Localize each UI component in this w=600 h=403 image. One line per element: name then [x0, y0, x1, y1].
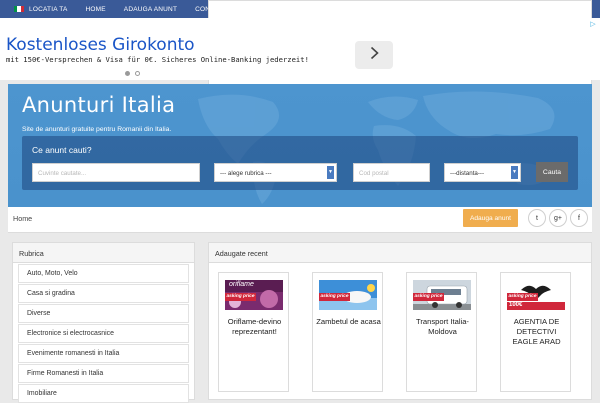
listing-thumbnail[interactable]: asking price: [413, 280, 471, 310]
hero-search-section: Anunturi Italia Site de anunturi gratuit…: [8, 84, 592, 207]
sidebar-item-events[interactable]: Evenimente romanesti in Italia: [18, 344, 189, 363]
sidebar-item-real-estate[interactable]: Imobiliare: [18, 384, 189, 403]
adchoices-icon[interactable]: ▷: [588, 20, 598, 29]
search-label: Ce anunt cauti?: [32, 145, 92, 155]
chevron-right-icon: [370, 46, 379, 65]
star-icon: [267, 5, 275, 15]
thumb-brand-text: oriflame: [229, 281, 254, 288]
category-select[interactable]: --- alege rubrica --- ▼: [214, 163, 337, 182]
sidebar-title: Rubrica: [13, 243, 194, 263]
sidebar-item-misc[interactable]: Diverse: [18, 304, 189, 323]
ad-headline[interactable]: Kostenloses Girokonto: [6, 35, 195, 55]
listing-title[interactable]: Zambetul de acasa: [315, 317, 382, 327]
listing-title[interactable]: Oriflame-devino reprezentant!: [221, 317, 288, 337]
ad-dot-active[interactable]: [125, 71, 130, 76]
asking-price-ribbon: asking price: [413, 293, 444, 301]
breadcrumb-home[interactable]: Home: [13, 214, 32, 223]
search-button[interactable]: Cauta: [536, 162, 568, 182]
category-sidebar: Rubrica Auto, Moto, Velo Casa si gradina…: [12, 242, 195, 403]
nav-home[interactable]: HOME: [76, 0, 114, 18]
italy-flag-icon: [14, 6, 24, 12]
facebook-icon[interactable]: f: [570, 209, 588, 227]
ad-pagination: [125, 71, 145, 76]
listing-card[interactable]: asking price Zambetul de acasa: [312, 272, 383, 392]
recent-listings-panel: Adaugate recent oriflame asking price Or…: [208, 242, 592, 400]
search-form: Ce anunt cauti? Cuvinte cautate... --- a…: [22, 136, 578, 190]
asking-price-ribbon: asking price: [507, 293, 538, 301]
breadcrumb-bar: Home Adauga anunt t g+ f: [8, 207, 592, 233]
listing-card[interactable]: oriflame asking price Oriflame-devino re…: [218, 272, 289, 392]
nav-location[interactable]: LOCATIA TA: [0, 0, 76, 18]
register-link[interactable]: INREGISTRARE: [258, 1, 338, 19]
distance-select-value: ---distanta---: [450, 170, 485, 177]
listing-thumbnail[interactable]: asking price 100€: [507, 280, 565, 310]
ad-dot[interactable]: [135, 71, 140, 76]
listing-title[interactable]: Transport Italia-Moldova: [409, 317, 476, 337]
category-select-value: --- alege rubrica ---: [220, 170, 272, 177]
listing-thumbnail[interactable]: asking price: [319, 280, 377, 310]
register-label: INREGISTRARE: [278, 6, 330, 14]
nav-add-listing[interactable]: ADAUGA ANUNT: [115, 0, 186, 18]
sidebar-item-electronics[interactable]: Electronice si electrocasnice: [18, 324, 189, 343]
listing-card[interactable]: asking price 100€ AGENTIA DE DETECTIVI E…: [500, 272, 571, 392]
listing-thumbnail[interactable]: oriflame asking price: [225, 280, 283, 310]
asking-price-ribbon: asking price: [225, 293, 256, 301]
login-label: LOGIN: [228, 6, 250, 14]
twitter-icon[interactable]: t: [528, 209, 546, 227]
nav-location-label: LOCATIA TA: [29, 5, 68, 13]
recent-title: Adaugate recent: [209, 243, 591, 263]
sidebar-item-companies[interactable]: Firme Romanesti in Italia: [18, 364, 189, 383]
ad-body-text: mit 150€-Versprechen & Visa für 0€. Sich…: [6, 55, 309, 64]
distance-select[interactable]: ---distanta--- ▼: [444, 163, 521, 182]
chevron-down-icon: ▼: [511, 166, 518, 179]
lock-icon: [218, 5, 224, 15]
thumb-price-text: 100€: [509, 302, 523, 308]
sidebar-item-auto[interactable]: Auto, Moto, Velo: [18, 264, 189, 283]
sidebar-item-home-garden[interactable]: Casa si gradina: [18, 284, 189, 303]
keyword-input[interactable]: Cuvinte cautate...: [32, 163, 200, 182]
login-link[interactable]: LOGIN: [209, 1, 258, 19]
add-listing-button[interactable]: Adauga anunt: [463, 209, 518, 227]
google-plus-icon[interactable]: g+: [549, 209, 567, 227]
chevron-down-icon: ▼: [327, 166, 334, 179]
page-title: Anunturi Italia: [22, 93, 176, 117]
asking-price-ribbon: asking price: [319, 293, 350, 301]
listing-card[interactable]: asking price Transport Italia-Moldova: [406, 272, 477, 392]
zip-input[interactable]: Cod postal: [353, 163, 430, 182]
ad-banner[interactable]: Kostenloses Girokonto mit 150€-Versprech…: [0, 18, 600, 80]
listing-title[interactable]: AGENTIA DE DETECTIVI EAGLE ARAD: [503, 317, 570, 347]
page-subtitle: Site de anunturi gratuite pentru Romanii…: [22, 126, 172, 133]
ad-next-button[interactable]: [355, 41, 393, 69]
top-navbar: LOCATIA TA HOME ADAUGA ANUNT CONTACT LOG…: [0, 0, 600, 158]
